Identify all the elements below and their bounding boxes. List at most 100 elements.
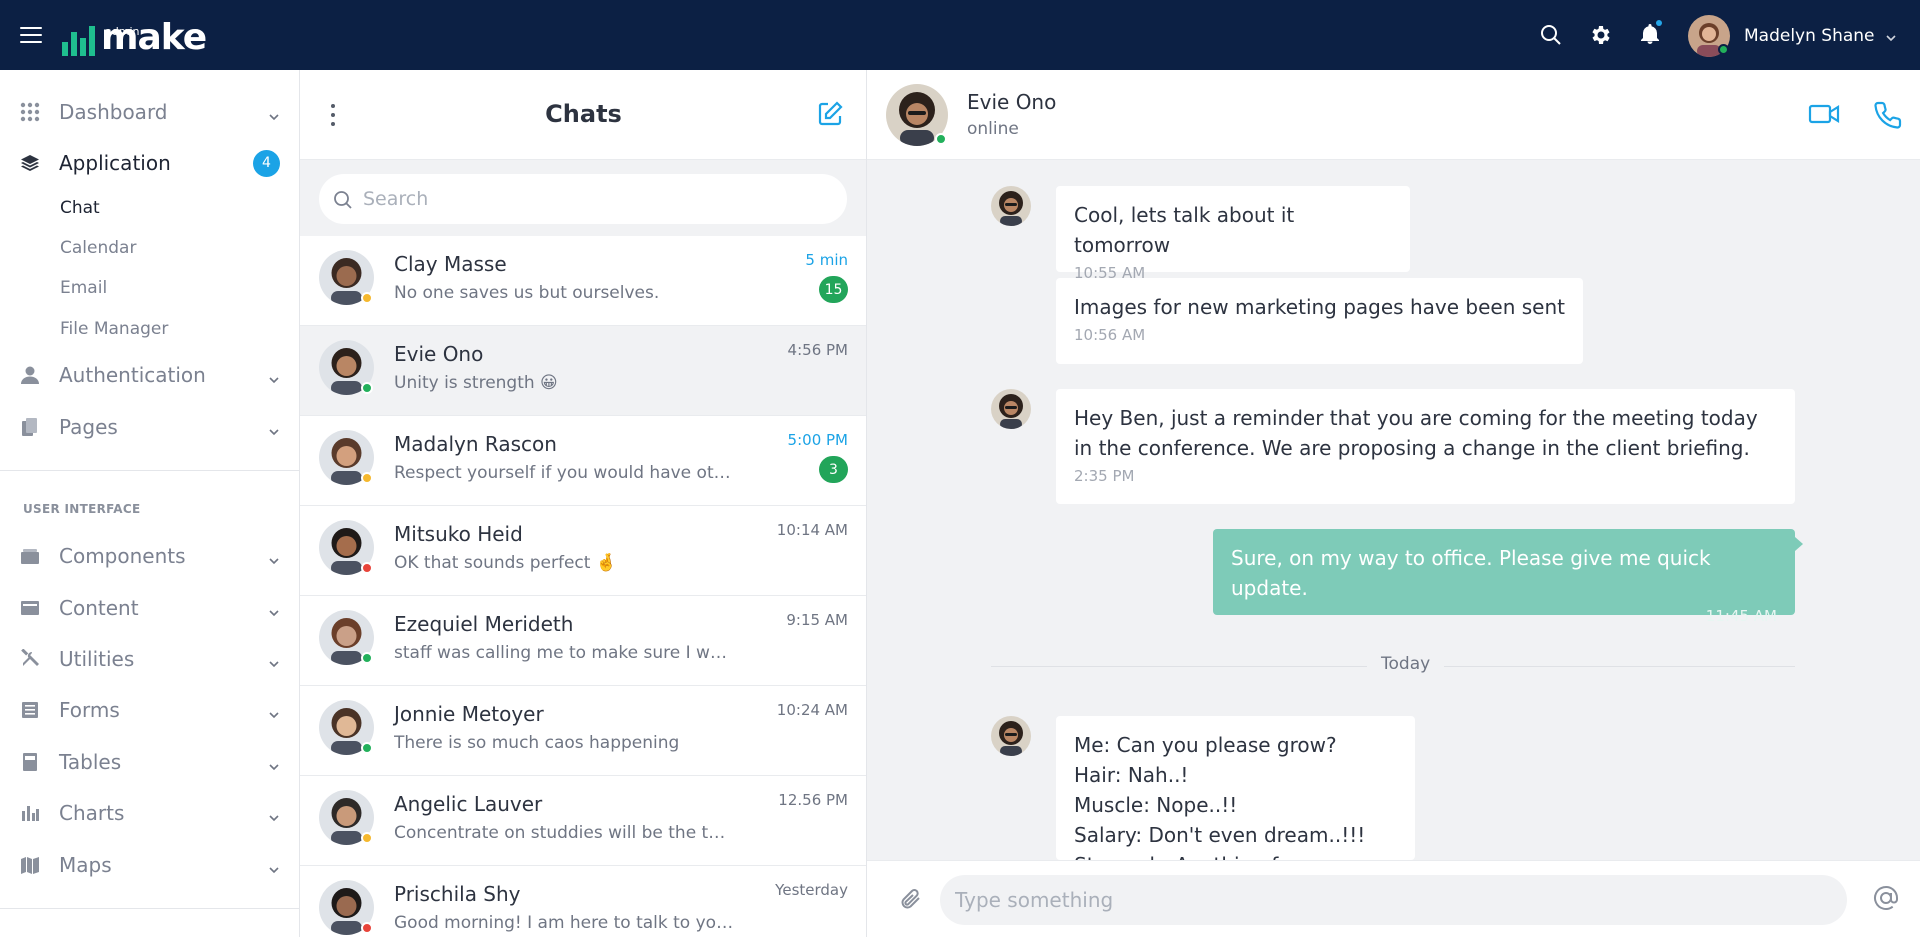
message-bubble: Hey Ben, just a reminder that you are co… — [1056, 389, 1795, 504]
chat-list-item[interactable]: Evie Ono Unity is strength 😀 4:56 PM — [300, 326, 866, 416]
sidebar-item-components[interactable]: Components — [0, 536, 300, 576]
sidebar-divider — [0, 470, 300, 471]
sidebar-subitem-file-manager[interactable]: File Manager — [60, 319, 168, 339]
sidebar-item-label: Forms — [59, 698, 120, 722]
dots-grid-icon — [19, 101, 41, 123]
chevron-down-icon — [268, 550, 280, 569]
chat-list-item[interactable]: Mitsuko Heid OK that sounds perfect 🤞 10:1… — [300, 506, 866, 596]
sidebar-item-pages[interactable]: Pages — [0, 407, 300, 447]
paperclip-icon[interactable] — [900, 885, 924, 917]
sidebar-section-label: USER INTERFACE — [23, 502, 141, 516]
at-sign-icon[interactable] — [1872, 884, 1900, 916]
sidebar-item-tables[interactable]: Tables — [0, 742, 300, 782]
chat-list-item[interactable]: Jonnie Metoyer There is so much caos happ… — [300, 686, 866, 776]
status-dot — [361, 562, 373, 574]
compose-icon[interactable] — [816, 100, 844, 132]
chevron-down-icon — [268, 704, 280, 723]
sidebar-item-label: Components — [59, 544, 186, 568]
sidebar-item-application[interactable]: Application 4 — [0, 143, 300, 183]
avatar — [991, 389, 1031, 429]
message-text: Images for new marketing pages have been… — [1074, 295, 1565, 319]
conversation-panel: Evie Ono online Cool, lets talk about it… — [867, 70, 1920, 937]
logo-small-text: admin — [105, 25, 140, 38]
sidebar-item-label: Application — [59, 151, 171, 175]
chevron-down-icon — [268, 807, 280, 826]
sidebar-item-forms[interactable]: Forms — [0, 690, 300, 730]
video-call-icon[interactable] — [1808, 102, 1840, 130]
chat-list-item[interactable]: Angelic Lauver Concentrate on studdies wi… — [300, 776, 866, 866]
user-icon — [19, 364, 41, 386]
message-input[interactable] — [940, 875, 1847, 925]
search-icon[interactable] — [1537, 21, 1565, 49]
chevron-down-icon — [268, 756, 280, 775]
chat-last-message: OK that sounds perfect 🤞 — [394, 553, 617, 573]
sidebar-item-label: Dashboard — [59, 100, 168, 124]
bell-icon[interactable] — [1636, 20, 1664, 48]
status-dot — [361, 292, 373, 304]
sidebar-item-maps[interactable]: Maps — [0, 845, 300, 885]
avatar — [991, 186, 1031, 226]
logo-bars-icon — [62, 22, 95, 56]
sidebar-item-authentication[interactable]: Authentication — [0, 355, 300, 395]
chevron-down-icon[interactable] — [1885, 27, 1897, 46]
sidebar-item-utilities[interactable]: Utilities — [0, 639, 300, 679]
message-text: Cool, lets talk about it tomorrow — [1074, 203, 1295, 257]
search-icon — [333, 190, 353, 214]
chat-list-item[interactable]: Prischila Shy Good morning! I am here to … — [300, 866, 866, 937]
sidebar-item-content[interactable]: Content — [0, 588, 300, 628]
sidebar: Dashboard Application 4 Chat Calendar Em… — [0, 70, 300, 937]
brand-logo[interactable]: admin make — [62, 14, 207, 56]
notification-dot — [1656, 20, 1662, 26]
sidebar-item-charts[interactable]: Charts — [0, 793, 300, 833]
chat-list-panel: Chats Clay Masse No one saves us but ours… — [300, 70, 867, 937]
box-icon — [19, 545, 41, 567]
sidebar-item-label: Authentication — [59, 363, 206, 387]
chat-list-item[interactable]: Madalyn Rascon Respect yourself if you wo… — [300, 416, 866, 506]
top-navbar: admin make Madelyn Shane — [0, 0, 1920, 70]
contact-name: Evie Ono — [967, 90, 1057, 114]
user-online-dot — [1718, 44, 1729, 55]
bar-chart-icon — [19, 802, 41, 824]
sidebar-item-dashboard[interactable]: Dashboard — [0, 92, 300, 132]
status-dot — [361, 742, 373, 754]
avatar — [991, 716, 1031, 756]
message-composer — [867, 860, 1920, 937]
chat-list-item[interactable]: Ezequiel Merideth staff was calling me to… — [300, 596, 866, 686]
forms-icon — [19, 699, 41, 721]
status-dot — [361, 382, 373, 394]
sidebar-item-label: Utilities — [59, 647, 135, 671]
search-input[interactable] — [363, 188, 823, 210]
chat-contact-name: Prischila Shy — [394, 882, 521, 906]
pages-icon — [19, 416, 41, 438]
sidebar-item-label: Content — [59, 596, 139, 620]
sidebar-item-label: Maps — [59, 853, 112, 877]
chat-time: Yesterday — [775, 881, 848, 899]
sidebar-subitem-chat[interactable]: Chat — [60, 198, 100, 218]
chat-list-item[interactable]: Clay Masse No one saves us but ourselves.… — [300, 236, 866, 326]
sidebar-divider — [0, 908, 300, 909]
sidebar-item-label: Tables — [59, 750, 122, 774]
chevron-down-icon — [268, 859, 280, 878]
chat-contact-name: Clay Masse — [394, 252, 507, 276]
message-time: 2:35 PM — [1074, 467, 1135, 485]
user-name: Madelyn Shane — [1744, 26, 1875, 46]
chat-contact-name: Ezequiel Merideth — [394, 612, 574, 636]
my-message-bubble: Sure, on my way to office. Please give m… — [1213, 529, 1795, 625]
chevron-down-icon — [268, 369, 280, 388]
gear-icon[interactable] — [1587, 21, 1615, 49]
phone-call-icon[interactable] — [1873, 100, 1903, 134]
conversation-header: Evie Ono online — [867, 70, 1920, 160]
hamburger-menu-icon[interactable] — [20, 27, 42, 43]
sidebar-subitem-email[interactable]: Email — [60, 278, 107, 298]
bubble-tail — [1795, 537, 1803, 551]
chevron-down-icon — [268, 602, 280, 621]
table-icon — [19, 751, 41, 773]
message-bubble: Me: Can you please grow? Hair: Nah..! Mu… — [1056, 716, 1415, 860]
user-menu[interactable]: Madelyn Shane — [1688, 14, 1897, 58]
map-icon — [19, 854, 41, 876]
chat-contact-name: Evie Ono — [394, 342, 484, 366]
status-dot — [361, 922, 373, 934]
page-title: Chats — [545, 100, 622, 128]
message-text: Me: Can you please grow? Hair: Nah..! Mu… — [1074, 733, 1366, 860]
sidebar-subitem-calendar[interactable]: Calendar — [60, 238, 136, 258]
